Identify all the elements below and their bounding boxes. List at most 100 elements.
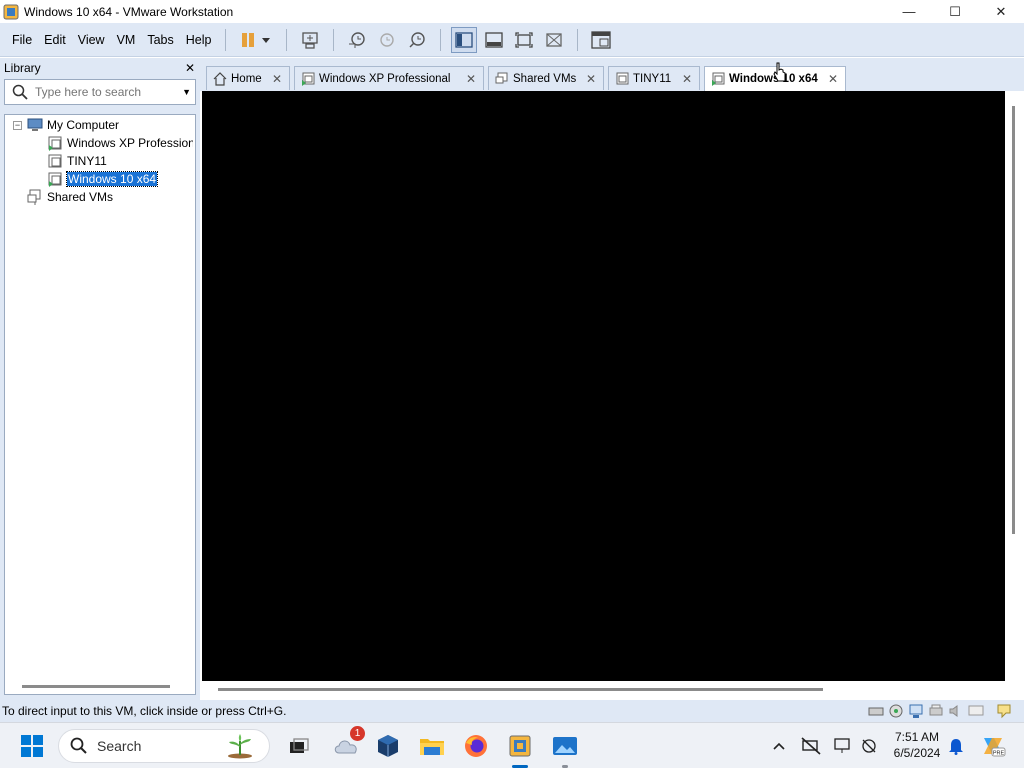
tree-item-windows-10-x64[interactable]: Windows 10 x64	[47, 170, 159, 188]
device-tray-button[interactable]	[830, 730, 856, 762]
search-highlight-plant-icon	[228, 734, 252, 759]
maximize-button[interactable]: ☐	[932, 0, 978, 23]
tree-item-shared-vms[interactable]: Shared VMs	[27, 188, 113, 206]
menu-tabs[interactable]: Tabs	[141, 33, 179, 47]
onedrive-button[interactable]: 1	[330, 726, 365, 762]
show-hidden-icons-button[interactable]	[764, 730, 794, 762]
copilot-icon: PRE	[984, 738, 1006, 757]
menu-view[interactable]: View	[72, 33, 111, 47]
firefox-button[interactable]	[460, 730, 492, 762]
sync-tray-button[interactable]	[856, 730, 882, 762]
library-scrollbar[interactable]	[22, 685, 170, 688]
menu-help[interactable]: Help	[180, 33, 218, 47]
shared-vms-icon	[495, 72, 508, 83]
vmware-workstation-button[interactable]	[504, 730, 536, 768]
photos-button[interactable]	[549, 730, 581, 768]
virtualbox-button[interactable]	[372, 730, 404, 762]
tab-close-button[interactable]: ✕	[272, 72, 282, 86]
vm-console[interactable]	[202, 91, 1005, 681]
task-view-button[interactable]	[283, 730, 315, 762]
tab-label: Windows XP Professional	[319, 72, 451, 85]
tab-tiny11[interactable]: TINY11 ✕	[608, 66, 700, 90]
tab-home[interactable]: Home ✕	[206, 66, 290, 90]
tree-item-windows-xp[interactable]: Windows XP Professional	[47, 134, 193, 152]
tab-label: TINY11	[633, 72, 672, 85]
network-adapter-icon[interactable]	[908, 703, 924, 719]
console-vertical-scrollbar[interactable]	[1012, 106, 1015, 534]
photos-icon	[553, 737, 577, 755]
revert-snapshot-button[interactable]	[374, 27, 400, 53]
tree-item-my-computer[interactable]: My Computer	[27, 116, 119, 134]
tree-item-tiny11[interactable]: TINY11	[47, 152, 107, 170]
hard-disk-icon[interactable]	[868, 703, 884, 719]
pause-button[interactable]	[236, 27, 276, 53]
send-ctrl-alt-del-button[interactable]	[297, 27, 323, 53]
tree-item-label: Shared VMs	[47, 190, 114, 204]
notifications-button[interactable]	[944, 730, 968, 762]
unity-icon	[546, 32, 563, 47]
tab-close-button[interactable]: ✕	[466, 72, 476, 86]
toolbar-separator	[440, 28, 442, 51]
console-horizontal-scrollbar[interactable]	[218, 688, 823, 691]
status-bar: To direct input to this VM, click inside…	[0, 700, 1024, 722]
sound-card-icon[interactable]	[948, 703, 964, 719]
console-view-button[interactable]	[588, 27, 614, 53]
take-snapshot-button[interactable]	[344, 27, 370, 53]
tab-windows-xp[interactable]: Windows XP Professional ✕	[294, 66, 484, 90]
chevron-up-icon	[773, 742, 785, 750]
send-keys-icon	[302, 31, 319, 49]
menu-edit[interactable]: Edit	[38, 33, 72, 47]
menu-toolbar: File Edit View VM Tabs Help	[0, 23, 1024, 57]
search-dropdown-icon[interactable]: ▼	[182, 87, 191, 97]
taskbar-search-box[interactable]: Search	[58, 729, 270, 763]
thumbnail-bar-button[interactable]	[481, 27, 507, 53]
network-status-button[interactable]	[796, 730, 826, 762]
toolbar-separator	[577, 28, 579, 51]
tree-item-label: My Computer	[47, 118, 120, 132]
tab-close-button[interactable]: ✕	[586, 72, 596, 86]
tab-shared-vms[interactable]: Shared VMs ✕	[488, 66, 604, 90]
search-icon	[12, 84, 28, 100]
folder-icon	[420, 739, 444, 755]
monitor-icon	[834, 738, 850, 753]
tree-item-label: Windows 10 x64	[65, 171, 159, 187]
sync-off-icon	[862, 739, 876, 753]
tree-item-label: Windows XP Professional	[67, 136, 193, 150]
tree-expander-icon[interactable]: −	[13, 121, 22, 130]
clock-date: 6/5/2024	[893, 746, 941, 760]
clock-time: 7:51 AM	[894, 730, 940, 744]
library-search-input[interactable]	[35, 85, 165, 99]
taskbar-clock[interactable]: 7:51 AM 6/5/2024	[888, 729, 946, 761]
close-window-button[interactable]: ✕	[978, 0, 1024, 23]
library-search[interactable]: ▼	[4, 79, 196, 105]
tab-close-button[interactable]: ✕	[828, 72, 838, 86]
tree-item-label: TINY11	[67, 154, 107, 168]
full-screen-button[interactable]	[511, 27, 537, 53]
minimize-button[interactable]: —	[886, 0, 932, 23]
menu-file[interactable]: File	[6, 33, 38, 47]
tab-close-button[interactable]: ✕	[682, 72, 692, 86]
library-title: Library	[4, 60, 41, 75]
unity-button[interactable]	[541, 27, 567, 53]
snapshot-manager-button[interactable]	[404, 27, 430, 53]
printer-icon[interactable]	[928, 703, 944, 719]
vm-running-icon	[48, 172, 62, 187]
copilot-button[interactable]: PRE	[976, 730, 1010, 762]
pause-icon	[242, 32, 271, 47]
windows-logo-icon	[21, 735, 43, 757]
display-icon[interactable]	[968, 703, 984, 719]
library-close-button[interactable]: ✕	[185, 61, 195, 75]
svg-text:PRE: PRE	[993, 751, 1005, 757]
start-button[interactable]	[16, 730, 48, 762]
message-log-icon[interactable]	[996, 703, 1012, 719]
task-view-icon	[290, 738, 309, 753]
tab-label: Home	[231, 72, 262, 85]
bell-icon	[949, 739, 963, 755]
window-title: Windows 10 x64 - VMware Workstation	[24, 4, 234, 19]
file-explorer-button[interactable]	[416, 730, 448, 762]
menu-vm[interactable]: VM	[111, 33, 142, 47]
cd-dvd-icon[interactable]	[888, 703, 904, 719]
computer-icon	[27, 118, 43, 131]
notification-badge: 1	[350, 726, 365, 741]
show-library-button[interactable]	[451, 26, 478, 53]
